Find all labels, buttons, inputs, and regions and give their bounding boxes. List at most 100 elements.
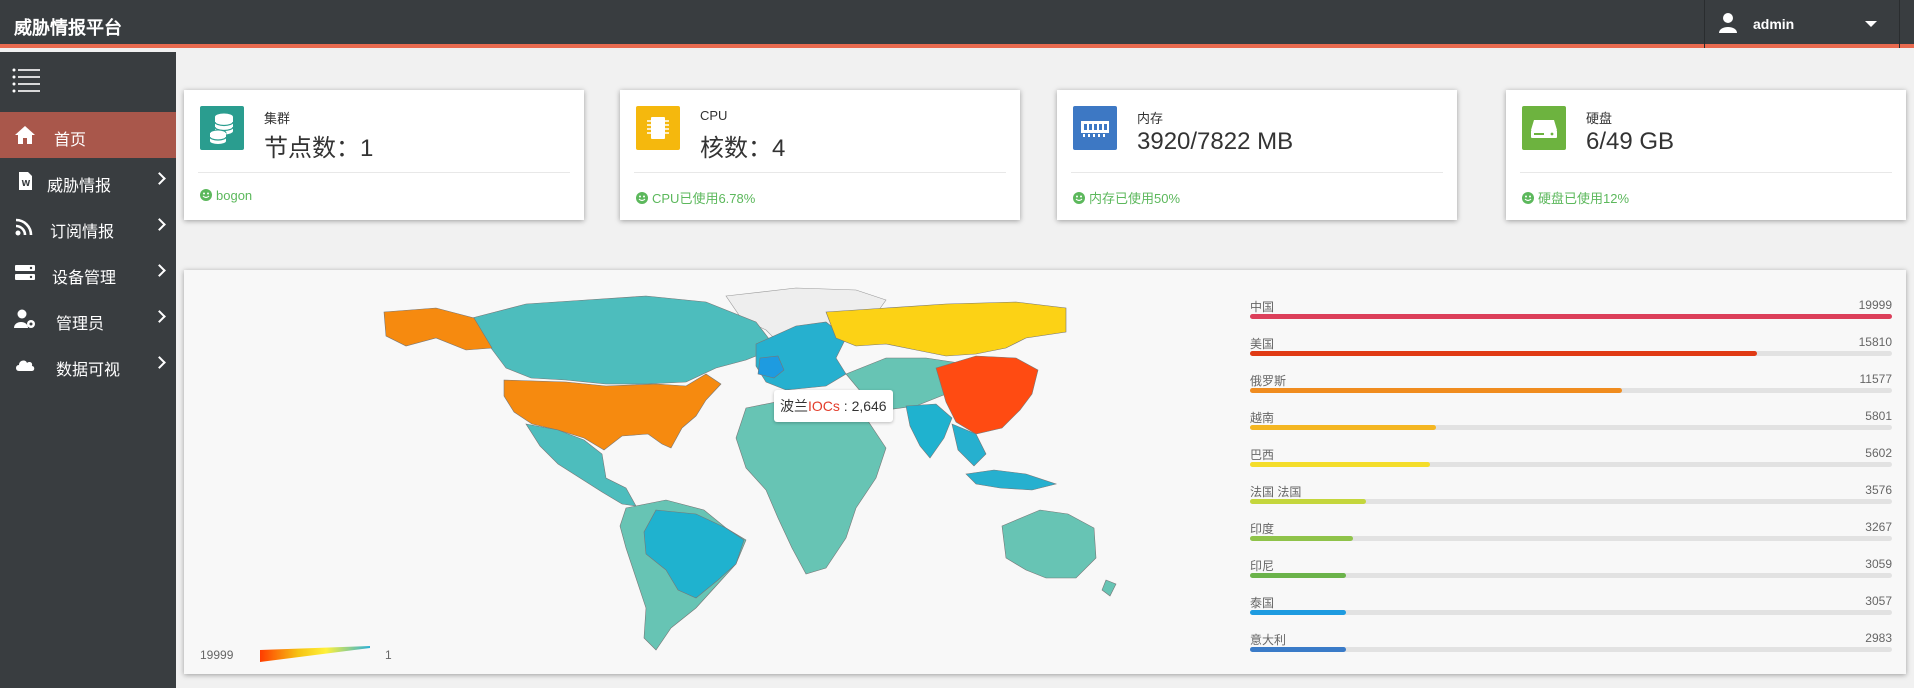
- rank-item: 泰国 3057: [1250, 594, 1892, 631]
- rank-value: 3057: [1865, 594, 1892, 608]
- card-status-text: bogon: [216, 188, 253, 203]
- sidebar-menu: 首页 W 威胁情报 订阅情报 设备管理 管理员 数据可视: [0, 112, 176, 388]
- rank-name: 俄罗斯: [1250, 374, 1287, 388]
- rank-bar-track: [1250, 610, 1892, 615]
- legend-gradient[interactable]: [260, 646, 370, 662]
- hamburger-icon[interactable]: [12, 68, 40, 94]
- card-value: 3920/7822 MB: [1137, 128, 1294, 155]
- app-title[interactable]: 威胁情报平台: [14, 14, 122, 40]
- sidebar-item-label: 威胁情报: [47, 178, 112, 195]
- rank-item: 美国 15810: [1250, 335, 1892, 372]
- rank-bar-track: [1250, 462, 1892, 467]
- rank-bar-track: [1250, 388, 1892, 393]
- rank-bar-track: [1250, 647, 1892, 652]
- rank-value: 11577: [1859, 372, 1892, 386]
- rank-bar-fill: [1250, 610, 1347, 615]
- threat-map-panel: 波兰IOCs : 2,646 19999 1 中国 19999 美国 15810…: [184, 270, 1906, 674]
- rank-bar-track: [1250, 425, 1892, 430]
- map-region-canada: [471, 295, 777, 385]
- rank-bar-track: [1250, 536, 1892, 541]
- legend-min: 1: [385, 648, 392, 662]
- smile-icon: [1073, 192, 1085, 204]
- user-icon: [1719, 13, 1737, 33]
- rank-value: 5801: [1865, 409, 1892, 423]
- disk-card: 硬盘 6/49 GB 硬盘已使用12%: [1506, 90, 1906, 220]
- map-region-india: [905, 403, 953, 459]
- sidebar-item-label: 首页: [54, 132, 87, 149]
- tooltip-value: 2,646: [851, 398, 887, 414]
- divider: [1071, 172, 1443, 173]
- chevron-right-icon: [153, 356, 166, 369]
- rank-name: 意大利: [1250, 633, 1287, 647]
- rank-name: 法国 法国: [1250, 485, 1302, 499]
- top-bar: 威胁情报平台 admin: [0, 0, 1914, 48]
- tooltip-separator: :: [839, 398, 852, 414]
- tooltip-country: 波兰: [780, 398, 808, 414]
- rank-name: 中国: [1250, 300, 1275, 314]
- home-icon: [15, 126, 35, 144]
- rank-item: 意大利 2983: [1250, 631, 1892, 668]
- chevron-right-icon: [153, 172, 166, 185]
- legend-max: 19999: [200, 648, 234, 662]
- rank-bar-fill: [1250, 499, 1366, 504]
- card-value: 核数：4: [700, 135, 786, 162]
- rank-value: 19999: [1858, 298, 1892, 312]
- rank-value: 2983: [1865, 631, 1892, 645]
- sidebar-item-threat-intel[interactable]: W 威胁情报: [0, 158, 176, 204]
- rank-value: 3267: [1865, 520, 1892, 534]
- rank-name: 泰国: [1250, 596, 1275, 610]
- rank-name: 美国: [1250, 337, 1275, 351]
- memory-card: 内存 3920/7822 MB 内存已使用50%: [1057, 90, 1457, 220]
- sidebar-item-subscriptions[interactable]: 订阅情报: [0, 204, 176, 250]
- rank-bar-fill: [1250, 351, 1758, 356]
- database-icon: [209, 113, 234, 144]
- map-region-alaska: [383, 307, 493, 351]
- sidebar-item-home[interactable]: 首页: [0, 112, 176, 158]
- map-region-new-zealand: [1101, 579, 1117, 597]
- sidebar-item-label: 管理员: [56, 316, 105, 333]
- rank-item: 越南 5801: [1250, 409, 1892, 446]
- chevron-right-icon: [153, 264, 166, 277]
- map-region-china: [935, 355, 1039, 435]
- rank-bar-fill: [1250, 536, 1353, 541]
- card-label: 集群: [264, 111, 291, 126]
- tooltip-series: IOCs: [808, 398, 840, 414]
- rank-bar-fill: [1250, 314, 1892, 319]
- divider: [198, 172, 570, 173]
- rank-bar-fill: [1250, 425, 1437, 430]
- memory-icon: [1081, 121, 1109, 137]
- card-icon-box: [1073, 106, 1117, 150]
- sidebar-item-data-visualization[interactable]: 数据可视: [0, 342, 176, 388]
- rank-bar-track: [1250, 499, 1892, 504]
- rank-item: 印尼 3059: [1250, 557, 1892, 594]
- user-menu[interactable]: admin: [1704, 0, 1900, 48]
- map-region-africa: [735, 397, 887, 575]
- map-region-russia: [825, 301, 1067, 357]
- sidebar-item-admins[interactable]: 管理员: [0, 296, 176, 342]
- rank-bar-track: [1250, 351, 1892, 356]
- hard-drive-icon: [1531, 120, 1557, 138]
- rank-bar-fill: [1250, 462, 1430, 467]
- rank-bar-fill: [1250, 647, 1347, 652]
- smile-icon: [636, 192, 648, 204]
- divider: [634, 172, 1006, 173]
- rank-name: 印度: [1250, 522, 1275, 536]
- country-ranking-list: 中国 19999 美国 15810 俄罗斯 11577 越南 5801 巴西 5…: [1250, 298, 1892, 668]
- rank-item: 法国 法国 3576: [1250, 483, 1892, 520]
- rank-item: 俄罗斯 11577: [1250, 372, 1892, 409]
- server-icon: [15, 265, 35, 280]
- card-status-text: CPU已使用6.78%: [652, 191, 756, 206]
- card-label: 硬盘: [1586, 111, 1613, 126]
- cluster-card: 集群 节点数：1 bogon: [184, 90, 584, 220]
- chevron-right-icon: [153, 218, 166, 231]
- card-icon-box: [636, 106, 680, 150]
- map-region-australia: [1001, 509, 1097, 579]
- rank-bar-track: [1250, 573, 1892, 578]
- card-status: CPU已使用6.78%: [636, 188, 755, 207]
- sidebar-item-devices[interactable]: 设备管理: [0, 250, 176, 296]
- rank-item: 巴西 5602: [1250, 446, 1892, 483]
- smile-icon: [200, 189, 212, 201]
- world-map[interactable]: [326, 278, 1266, 658]
- card-value: 节点数：1: [264, 135, 374, 162]
- user-name: admin: [1753, 16, 1795, 32]
